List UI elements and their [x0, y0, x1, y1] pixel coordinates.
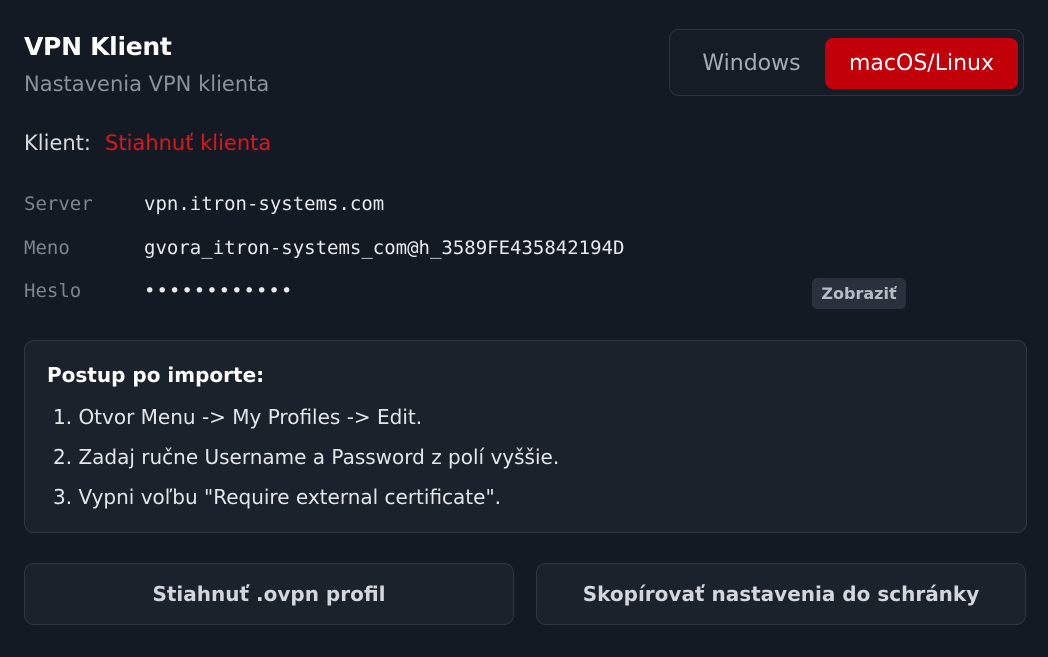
os-toggle: Windows macOS/Linux: [669, 29, 1024, 96]
server-value: vpn.itron-systems.com: [144, 193, 385, 215]
instruction-step: 3. Vypni voľbu "Require external certifi…: [53, 485, 502, 509]
import-instructions-box: Postup po importe: 1. Otvor Menu -> My P…: [24, 340, 1027, 533]
client-label: Klient:: [24, 131, 91, 155]
page-subtitle: Nastavenia VPN klienta: [24, 72, 270, 96]
password-label: Heslo: [24, 280, 82, 302]
instructions-title: Postup po importe:: [47, 363, 265, 387]
username-label: Meno: [24, 237, 70, 259]
password-value: ••••••••••••: [144, 280, 294, 302]
download-ovpn-button[interactable]: Stiahnuť .ovpn profil: [24, 563, 514, 625]
instruction-step: 1. Otvor Menu -> My Profiles -> Edit.: [53, 405, 423, 429]
download-client-link[interactable]: Stiahnuť klienta: [105, 131, 271, 155]
username-value: gvora_itron-systems_com@h_3589FE43584219…: [144, 237, 625, 259]
macos-linux-tab[interactable]: macOS/Linux: [825, 38, 1018, 89]
show-password-button[interactable]: Zobraziť: [812, 278, 906, 309]
instruction-step: 2. Zadaj ručne Username a Password z pol…: [53, 445, 560, 469]
copy-settings-button[interactable]: Skopírovať nastavenia do schránky: [536, 563, 1026, 625]
windows-tab[interactable]: Windows: [678, 38, 825, 89]
page-title: VPN Klient: [24, 32, 172, 61]
server-label: Server: [24, 193, 93, 215]
